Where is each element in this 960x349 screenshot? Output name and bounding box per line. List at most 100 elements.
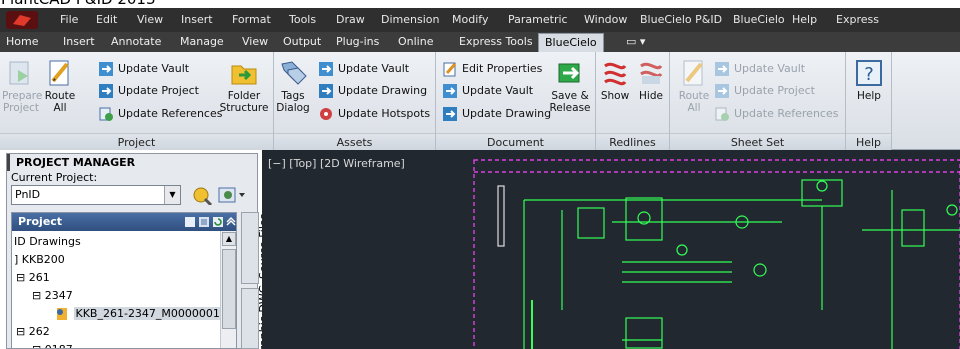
sheet-set-update-vault-label: Update Vault — [734, 62, 806, 75]
document-update-drawing-button[interactable]: Update Drawing — [442, 105, 551, 123]
menu-bar: File Edit View Insert Format Tools Draw … — [0, 8, 960, 32]
application-menu-icon[interactable] — [4, 9, 40, 31]
tab-bluecielo[interactable]: BlueCielo — [538, 33, 604, 52]
document-update-vault-button[interactable]: Update Vault — [442, 82, 533, 100]
scroll-thumb[interactable] — [222, 249, 236, 329]
sheet-set-update-project-button[interactable]: Update Project — [714, 82, 815, 100]
menu-format[interactable]: Format — [232, 13, 271, 26]
assets-update-drawing-icon — [319, 84, 333, 98]
prepare-project-button[interactable]: Prepare Project — [2, 58, 42, 114]
folder-icon[interactable]: ⊟ — [32, 343, 41, 348]
menu-bluecielo-pid[interactable]: BlueCielo P&ID — [640, 13, 722, 26]
tree-item[interactable]: ] KKB200 — [14, 251, 65, 269]
tab-output[interactable]: Output — [283, 35, 321, 48]
menu-window[interactable]: Window — [584, 13, 627, 26]
tree-item[interactable]: ⊟ 2347 — [32, 287, 73, 305]
project-update-vault-button[interactable]: Update Vault — [98, 60, 189, 78]
redlines-hide-button[interactable]: Hide — [634, 58, 668, 102]
project-options-icon[interactable] — [217, 185, 247, 205]
document-update-vault-icon — [443, 84, 457, 98]
menu-dimension[interactable]: Dimension — [381, 13, 439, 26]
chevron-down-icon[interactable]: ▼ — [164, 186, 180, 204]
tree-item[interactable]: ID Drawings — [14, 233, 81, 251]
tree-item-label: ID Drawings — [14, 235, 81, 248]
sheet-set-update-vault-button[interactable]: Update Vault — [714, 60, 805, 78]
project-settings-icon[interactable] — [191, 185, 215, 205]
panel-help: ? Help Help — [846, 52, 892, 150]
panel-project: Prepare Project Route All Update Vault U… — [0, 52, 274, 150]
tree-item-selected[interactable]: KKB_261-2347_M0000001 — [54, 305, 222, 323]
sheet-set-route-all-button[interactable]: Route All — [676, 58, 712, 114]
tab-online[interactable]: Online — [398, 35, 433, 48]
tree-scrollbar[interactable]: ▲ — [220, 231, 236, 348]
assets-update-vault-button[interactable]: Update Vault — [318, 60, 409, 78]
tab-graphic-dwg[interactable]: Graphic DWG — [241, 285, 270, 349]
tree-item-label: KKB200 — [21, 253, 65, 266]
panel-redlines-title: Redlines — [596, 133, 669, 150]
menu-modify[interactable]: Modify — [452, 13, 488, 26]
chevron-up-icon[interactable] — [225, 216, 237, 228]
tree-item[interactable]: ⊟ 0187 — [32, 341, 73, 348]
tree-item[interactable]: ⊟ 261 — [16, 269, 50, 287]
scroll-up-arrow-icon[interactable]: ▲ — [222, 232, 236, 246]
folder-structure-button[interactable]: Folder Structure — [218, 58, 270, 114]
update-hotspots-icon — [320, 108, 332, 120]
folder-icon[interactable]: ⊟ — [16, 325, 25, 338]
tab-express-tools[interactable]: Express Tools — [459, 35, 533, 48]
project-update-project-label: Update Project — [118, 84, 199, 97]
window-title: PlantCAD P&ID 2013 — [1, 0, 156, 8]
tree-doc-icon[interactable] — [184, 216, 196, 228]
project-update-project-button[interactable]: Update Project — [98, 82, 199, 100]
menu-tools[interactable]: Tools — [289, 13, 316, 26]
tree-item-label: 0187 — [45, 343, 73, 348]
tree-item-label: 262 — [28, 325, 50, 338]
tab-manage[interactable]: Manage — [180, 35, 224, 48]
route-all-button[interactable]: Route All — [40, 58, 80, 114]
save-release-label: Save & Release — [549, 90, 591, 114]
menu-parametric[interactable]: Parametric — [508, 13, 568, 26]
menu-file[interactable]: File — [60, 13, 78, 26]
sheet-set-update-references-button[interactable]: Update References — [714, 105, 838, 123]
menu-bluecielo[interactable]: BlueCielo — [733, 13, 785, 26]
tree-item[interactable]: ⊟ 262 — [16, 323, 50, 341]
tab-plug-ins[interactable]: Plug-ins — [336, 35, 379, 48]
project-manager-title: PROJECT MANAGER — [7, 154, 259, 171]
save-release-button[interactable]: Save & Release — [548, 58, 592, 114]
tab-home[interactable]: Home — [6, 35, 38, 48]
menu-help[interactable]: Help — [792, 13, 817, 26]
panel-assets-title: Assets — [274, 133, 435, 150]
update-project-icon — [99, 84, 113, 98]
assets-update-drawing-button[interactable]: Update Drawing — [318, 82, 427, 100]
menu-view[interactable]: View — [137, 13, 163, 26]
help-button[interactable]: ? Help — [850, 58, 888, 102]
tab-insert[interactable]: Insert — [63, 35, 95, 48]
redlines-show-button[interactable]: Show — [598, 58, 632, 102]
project-tree[interactable]: Project ID Drawings ] KKB200 ⊟ 261 ⊟ 234… — [11, 212, 237, 349]
current-project-select[interactable]: PnID ▼ — [11, 185, 181, 205]
drawing-canvas[interactable]: [−] [Top] [2D Wireframe] — [262, 150, 960, 349]
tags-dialog-icon — [281, 61, 307, 85]
menu-edit[interactable]: Edit — [96, 13, 117, 26]
tags-dialog-button[interactable]: Tags Dialog — [276, 58, 310, 114]
sheet-set-update-references-icon — [715, 107, 729, 121]
tab-source-files[interactable]: Source Files — [241, 212, 270, 284]
tab-view[interactable]: View — [242, 35, 268, 48]
tree-item-label: KKB_261-2347_M0000001 — [73, 307, 222, 320]
workspace-switch-icon[interactable]: ▭ ▾ — [626, 35, 645, 48]
edit-properties-button[interactable]: Edit Properties — [442, 60, 542, 78]
tree-details-icon[interactable] — [198, 216, 210, 228]
folder-icon[interactable]: ⊟ — [16, 271, 25, 284]
assets-update-hotspots-button[interactable]: Update Hotspots — [318, 105, 430, 123]
folder-icon[interactable]: ⊟ — [32, 289, 41, 302]
menu-insert[interactable]: Insert — [181, 13, 213, 26]
edit-properties-icon — [443, 62, 457, 77]
menu-express[interactable]: Express — [836, 13, 879, 26]
project-update-references-button[interactable]: Update References — [98, 105, 222, 123]
menu-draw[interactable]: Draw — [336, 13, 365, 26]
tab-annotate[interactable]: Annotate — [111, 35, 161, 48]
assets-update-vault-label: Update Vault — [338, 62, 410, 75]
tree-expander[interactable]: ] — [14, 253, 18, 266]
sheet-set-route-all-icon — [683, 60, 703, 86]
tree-refresh-icon[interactable] — [212, 216, 224, 228]
ribbon-tab-bar: Home Insert Annotate Manage View Output … — [0, 32, 960, 52]
